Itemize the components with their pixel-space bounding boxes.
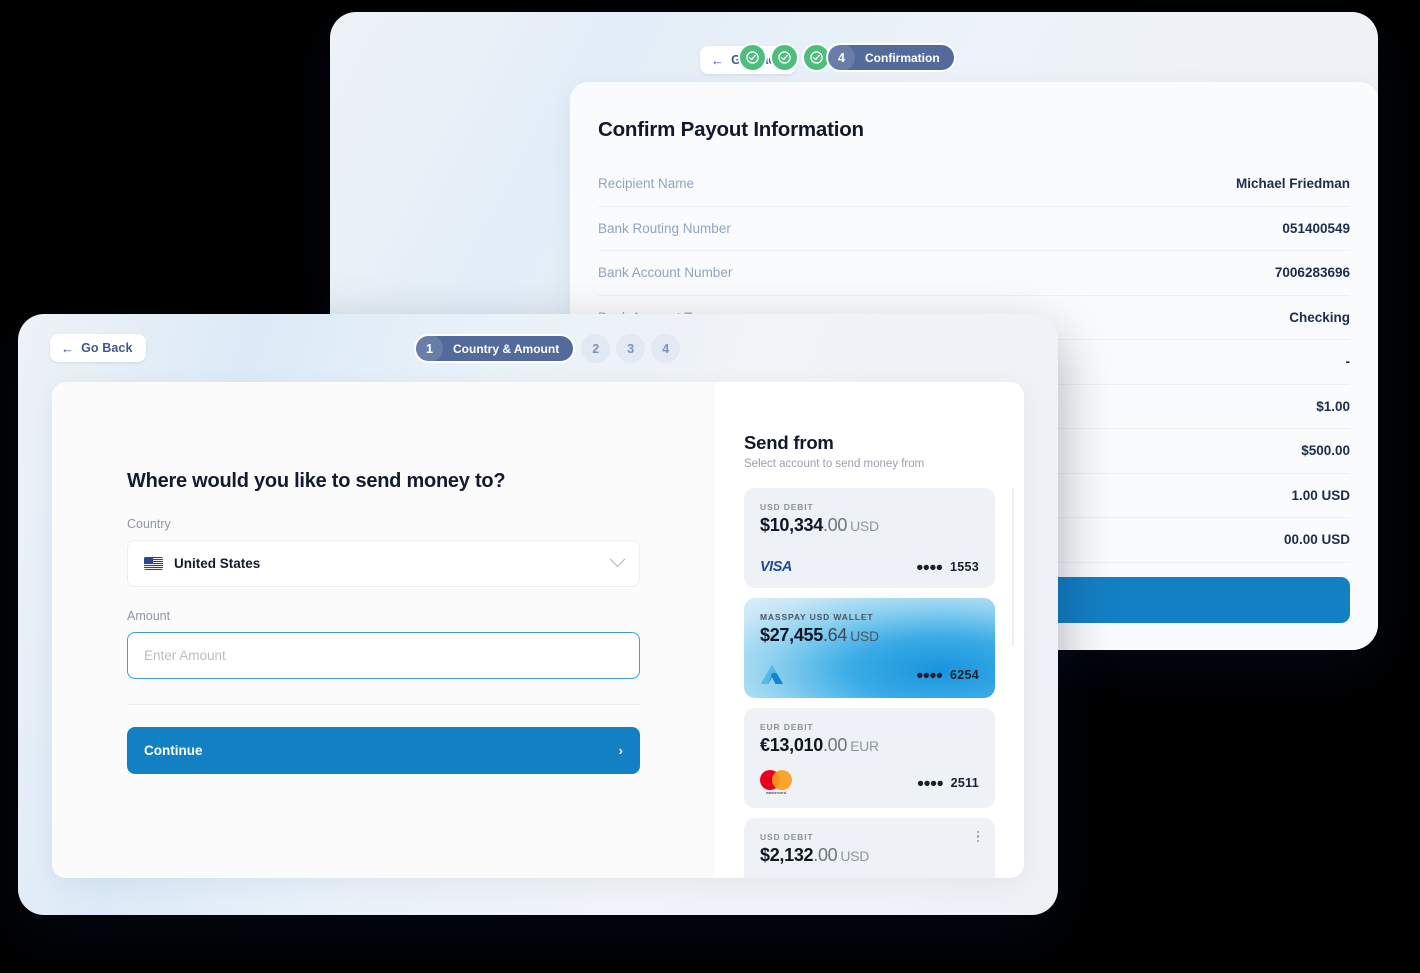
- stepper-front-panel: 1 Country & Amount 2 3 4: [414, 334, 681, 363]
- country-select[interactable]: United States: [127, 540, 640, 587]
- chevron-down-icon: [609, 551, 626, 568]
- masked-dots-icon: ●●●●: [916, 560, 943, 574]
- balance-major: $27,455: [760, 625, 823, 645]
- account-card-usd-debit-2132[interactable]: USD DEBIT $2,132.00 USD: [744, 818, 995, 878]
- chevron-right-icon: ›: [618, 743, 623, 758]
- detail-value: Michael Friedman: [1235, 176, 1350, 192]
- go-back-label: Go Back: [81, 341, 133, 355]
- send-money-card: Where would you like to send money to? C…: [52, 382, 1024, 878]
- last4-digits: 2511: [950, 775, 979, 790]
- account-footer: ●●●● 6254: [760, 664, 979, 685]
- visa-logo-icon: VISA: [760, 559, 792, 575]
- detail-row-bank-routing-number: Bank Routing Number 051400549: [598, 207, 1350, 251]
- step-3-inactive[interactable]: 3: [616, 334, 646, 363]
- balance-major: $10,334: [760, 515, 823, 535]
- detail-value: $500.00: [1301, 443, 1350, 459]
- account-footer: mastercard ●●●● 2511: [760, 770, 979, 795]
- step-1-active[interactable]: 1 Country & Amount: [414, 334, 576, 363]
- step-4-number: 4: [828, 44, 855, 71]
- balance-minor: .64: [822, 625, 848, 645]
- account-balance: $2,132.00 USD: [760, 845, 979, 866]
- accounts-list: USD DEBIT $10,334.00 USD VISA ●●●● 1553 M…: [715, 488, 1024, 878]
- step-1-complete[interactable]: [738, 43, 767, 72]
- confirmation-panel-header: ← Go Back 4 Confirmation: [330, 12, 1378, 80]
- masspay-logo-icon: [760, 664, 784, 685]
- detail-key: Recipient Name: [598, 176, 695, 192]
- detail-key: Bank Account Number: [598, 265, 733, 281]
- account-menu-icon[interactable]: [976, 831, 979, 843]
- account-type-label: USD DEBIT: [760, 502, 814, 512]
- account-card-eur-debit-2511[interactable]: EUR DEBIT €13,010.00 EUR mastercard ●●●● …: [744, 708, 995, 808]
- account-card-usd-debit-1553[interactable]: USD DEBIT $10,334.00 USD VISA ●●●● 1553: [744, 488, 995, 588]
- account-last4: ●●●● 1553: [916, 560, 979, 574]
- amount-input[interactable]: [127, 632, 640, 679]
- detail-value: $1.00: [1316, 398, 1350, 414]
- detail-value: -: [1345, 354, 1351, 370]
- account-last4: ●●●● 6254: [916, 668, 979, 682]
- detail-row-recipient-name: Recipient Name Michael Friedman: [598, 162, 1350, 207]
- step-4-inactive[interactable]: 4: [651, 334, 681, 363]
- balance-major: $2,132: [760, 845, 814, 865]
- balance-major: €13,010: [760, 735, 823, 755]
- last4-digits: 6254: [949, 667, 979, 682]
- detail-key: Bank Routing Number: [598, 220, 731, 236]
- detail-value: 051400549: [1282, 220, 1350, 236]
- send-from-title: Send from: [744, 432, 834, 453]
- arrow-left-icon: ←: [61, 340, 75, 356]
- step-2-complete[interactable]: [770, 43, 799, 72]
- account-balance: $10,334.00 USD: [760, 515, 979, 536]
- account-last4: ●●●● 2511: [917, 776, 979, 790]
- send-from-section: Send from Select account to send money f…: [715, 382, 1024, 878]
- step-1-number: 1: [416, 335, 443, 362]
- mastercard-logo-icon: mastercard: [760, 770, 792, 795]
- stepper-back-panel: 4 Confirmation: [738, 43, 956, 72]
- step-2-inactive[interactable]: 2: [581, 334, 611, 363]
- masked-dots-icon: ●●●●: [916, 667, 943, 682]
- confirm-payout-title: Confirm Payout Information: [598, 118, 864, 141]
- send-from-subtitle: Select account to send money from: [744, 458, 925, 470]
- accounts-scrollbar[interactable]: [1011, 488, 1014, 646]
- flag-us-icon: [144, 557, 163, 570]
- form-divider: [127, 704, 640, 705]
- country-field-label: Country: [127, 517, 171, 531]
- balance-currency: EUR: [850, 738, 879, 754]
- detail-value: Checking: [1289, 309, 1350, 325]
- masked-dots-icon: ●●●●: [916, 775, 944, 790]
- amount-field-label: Amount: [127, 609, 171, 623]
- balance-currency: USD: [850, 518, 879, 534]
- balance-minor: .00: [813, 845, 838, 865]
- account-balance: $27,455.64 USD: [760, 625, 979, 646]
- step-1-label: Country & Amount: [453, 341, 560, 356]
- balance-minor: .00: [822, 735, 848, 755]
- balance-currency: USD: [840, 848, 870, 864]
- country-select-value: United States: [174, 556, 261, 571]
- go-back-button-front-panel[interactable]: ← Go Back: [50, 334, 146, 362]
- account-type-label: EUR DEBIT: [760, 722, 814, 732]
- balance-currency: USD: [850, 628, 879, 644]
- continue-button[interactable]: Continue ›: [127, 727, 640, 774]
- continue-label: Continue: [144, 743, 203, 758]
- country-amount-panel: ← Go Back 1 Country & Amount 2 3 4 Where…: [18, 314, 1058, 915]
- account-type-label: MASSPAY USD WALLET: [760, 612, 874, 622]
- detail-value: 7006283696: [1274, 265, 1350, 281]
- detail-value: 00.00 USD: [1283, 532, 1350, 548]
- account-footer: VISA ●●●● 1553: [760, 559, 979, 575]
- screenshot-stage: ← Go Back 4 Confirmation Conf: [0, 0, 1420, 973]
- send-money-form: Where would you like to send money to? C…: [52, 382, 715, 878]
- country-amount-panel-header: ← Go Back 1 Country & Amount 2 3 4: [18, 314, 1058, 380]
- step-4-label: Confirmation: [865, 50, 940, 65]
- last4-digits: 1553: [949, 560, 979, 574]
- account-card-masspay-wallet-6254[interactable]: MASSPAY USD WALLET $27,455.64 USD ●●●● 6…: [744, 598, 995, 698]
- detail-row-bank-account-number: Bank Account Number 7006283696: [598, 251, 1350, 296]
- step-4-active[interactable]: 4 Confirmation: [826, 43, 956, 72]
- account-type-label: USD DEBIT: [760, 832, 814, 842]
- form-title: Where would you like to send money to?: [127, 470, 506, 492]
- arrow-left-icon: ←: [711, 52, 725, 68]
- balance-minor: .00: [822, 515, 848, 535]
- detail-value: 1.00 USD: [1291, 487, 1350, 503]
- account-balance: €13,010.00 EUR: [760, 735, 979, 756]
